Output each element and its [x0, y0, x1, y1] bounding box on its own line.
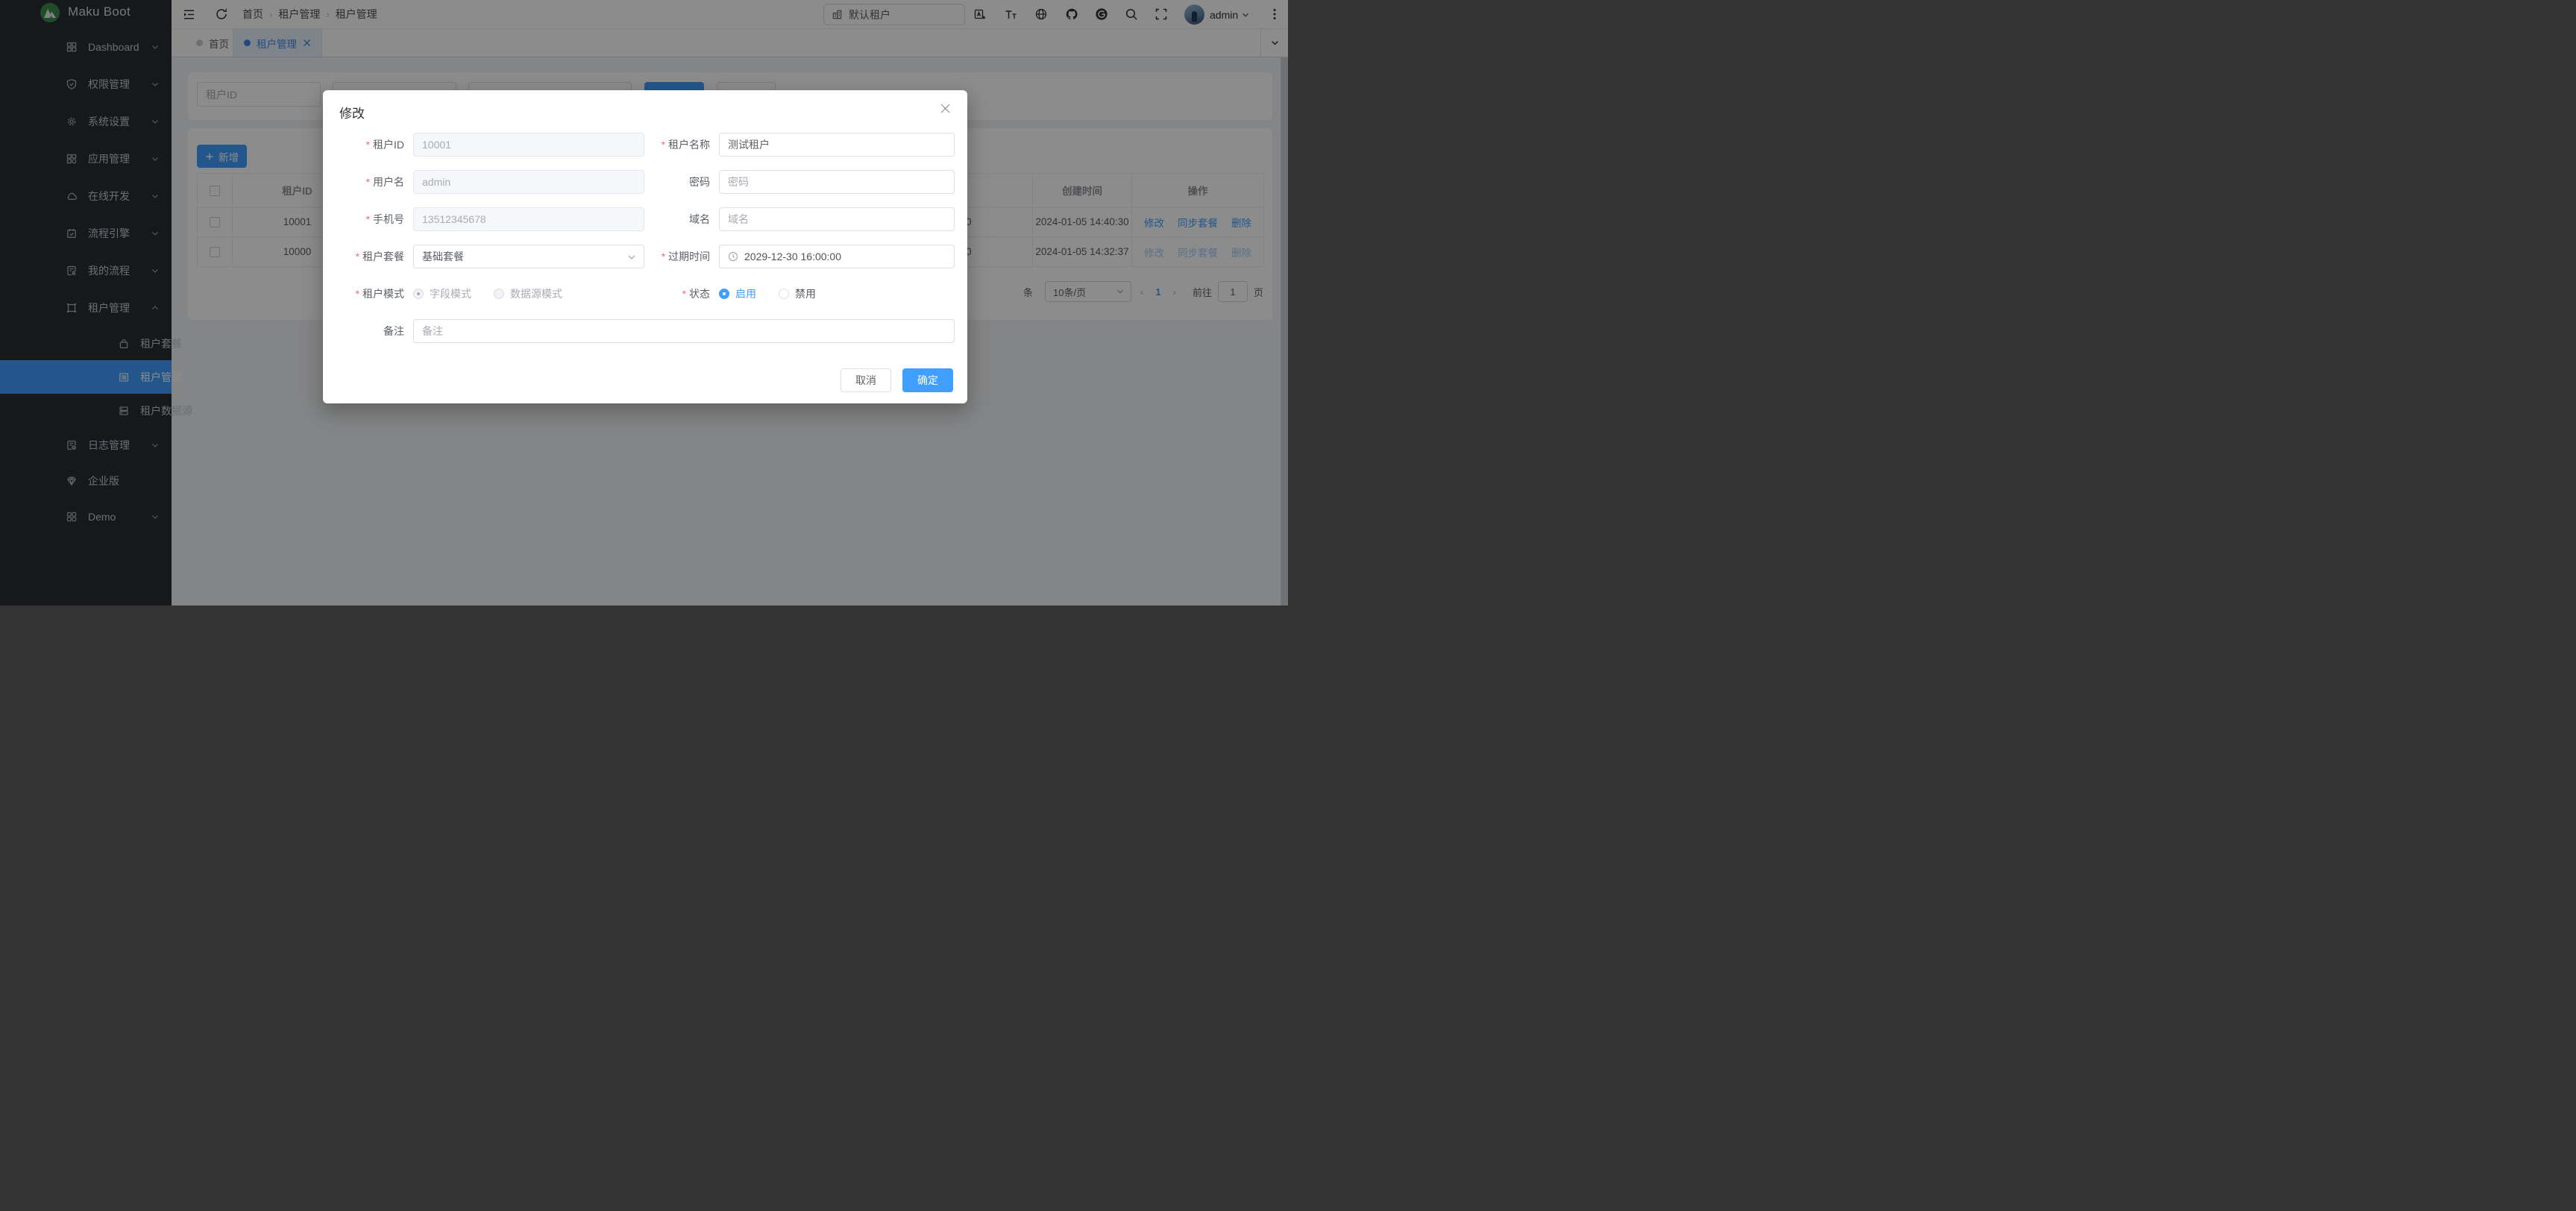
field-note: 备注 — [339, 319, 955, 343]
close-icon[interactable] — [940, 103, 951, 114]
clock-icon — [728, 251, 738, 262]
radio-icon — [494, 289, 504, 299]
radio-field-mode[interactable]: 字段模式 — [413, 286, 471, 301]
field-mobile: 手机号 — [339, 207, 644, 231]
mobile-input[interactable] — [413, 207, 644, 231]
field-password: 密码 — [645, 170, 955, 194]
field-tenant-mode: 租户模式 字段模式 数据源模式 — [339, 282, 644, 306]
radio-status-enabled[interactable]: 启用 — [719, 286, 756, 301]
tenant-id-input[interactable] — [413, 133, 644, 157]
radio-status-disabled[interactable]: 禁用 — [779, 286, 816, 301]
username-input[interactable] — [413, 170, 644, 194]
field-status: 状态 启用 禁用 — [645, 282, 955, 306]
field-tenant-id: 租户ID — [339, 133, 644, 157]
password-input[interactable] — [719, 170, 955, 194]
package-select[interactable]: 基础套餐 — [413, 245, 644, 268]
radio-icon — [719, 289, 729, 299]
field-username: 用户名 — [339, 170, 644, 194]
radio-datasource-mode[interactable]: 数据源模式 — [494, 286, 562, 301]
tenant-name-input[interactable] — [719, 133, 955, 157]
chevron-down-icon — [626, 252, 637, 262]
dialog-footer: 取消 确定 — [841, 368, 953, 392]
cancel-button[interactable]: 取消 — [841, 368, 891, 392]
expire-datetime-picker[interactable]: 2029-12-30 16:00:00 — [719, 245, 955, 268]
field-domain: 域名 — [645, 207, 955, 231]
confirm-button[interactable]: 确定 — [902, 368, 953, 392]
dialog-title: 修改 — [339, 103, 365, 122]
field-package: 租户套餐 基础套餐 — [339, 245, 644, 268]
domain-input[interactable] — [719, 207, 955, 231]
radio-icon — [779, 289, 789, 299]
field-tenant-name: 租户名称 — [645, 133, 955, 157]
app-root: Maku Boot Dashboard 权限管理 系统设置 应用管理 在线开发 — [0, 0, 1288, 606]
note-input[interactable] — [413, 319, 955, 343]
field-expire-time: 过期时间 2029-12-30 16:00:00 — [645, 245, 955, 268]
radio-icon — [413, 289, 424, 299]
edit-dialog: 修改 租户ID 用户名 手机号 租户套餐 基础套餐 — [323, 90, 967, 403]
